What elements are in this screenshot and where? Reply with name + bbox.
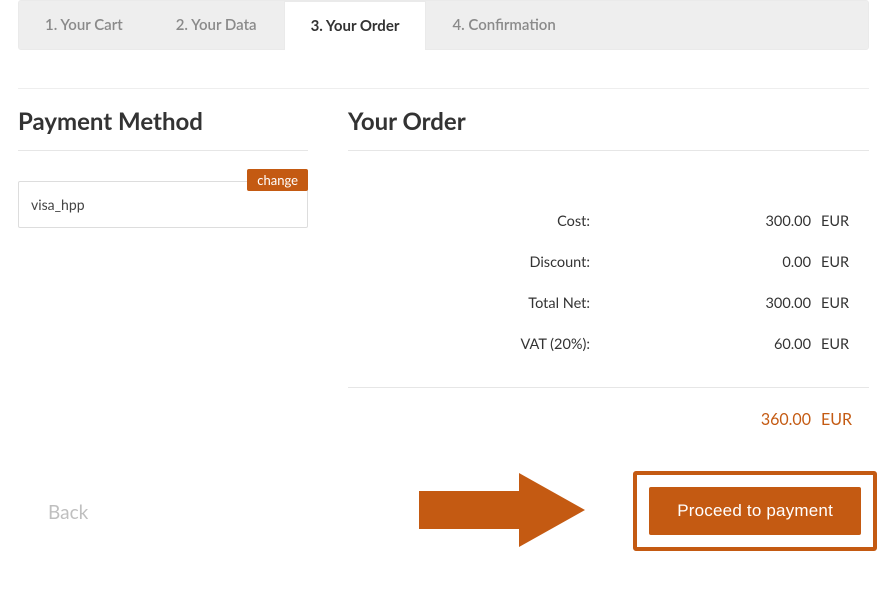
arrow-right-icon <box>409 467 589 553</box>
checkout-tabs: 1. Your Cart 2. Your Data 3. Your Order … <box>18 0 869 50</box>
order-line-total-net: Total Net: 300.00 EUR <box>348 283 869 324</box>
payment-method-heading: Payment Method <box>18 107 308 136</box>
order-line-value: 0.00 <box>598 254 821 271</box>
proceed-label: Proceed to payment <box>677 501 833 520</box>
order-line-value: 300.00 <box>598 213 821 230</box>
change-label: change <box>257 172 298 188</box>
payment-method-value: visa_hpp <box>31 196 85 213</box>
tab-your-data[interactable]: 2. Your Data <box>150 1 284 49</box>
order-line-label: VAT (20%): <box>348 336 598 353</box>
tab-your-order[interactable]: 3. Your Order <box>284 1 427 50</box>
order-line-value: 300.00 <box>598 295 821 312</box>
divider <box>348 150 869 151</box>
order-total-currency: EUR <box>821 410 869 429</box>
order-line-discount: Discount: 0.00 EUR <box>348 242 869 283</box>
tab-your-cart[interactable]: 1. Your Cart <box>19 1 150 49</box>
tab-confirmation[interactable]: 4. Confirmation <box>426 1 581 49</box>
back-button[interactable]: Back <box>48 501 88 524</box>
order-line-currency: EUR <box>821 254 869 271</box>
order-line-cost: Cost: 300.00 EUR <box>348 201 869 242</box>
order-line-currency: EUR <box>821 336 869 353</box>
order-line-currency: EUR <box>821 295 869 312</box>
tab-label: 4. Confirmation <box>452 16 555 34</box>
your-order-heading: Your Order <box>348 107 869 136</box>
order-summary: Cost: 300.00 EUR Discount: 0.00 EUR Tota… <box>348 201 869 441</box>
proceed-highlight-box: Proceed to payment <box>633 471 877 551</box>
order-total-value: 360.00 <box>598 410 821 429</box>
back-label: Back <box>48 501 88 524</box>
tab-label: 1. Your Cart <box>45 16 123 34</box>
order-line-value: 60.00 <box>598 336 821 353</box>
order-line-currency: EUR <box>821 213 869 230</box>
change-payment-button[interactable]: change <box>247 169 308 191</box>
order-line-label: Total Net: <box>348 295 598 312</box>
order-total-row: 360.00 EUR <box>348 387 869 441</box>
divider <box>18 88 869 89</box>
order-line-label: Cost: <box>348 213 598 230</box>
order-line-label: Discount: <box>348 254 598 271</box>
proceed-to-payment-button[interactable]: Proceed to payment <box>649 487 861 535</box>
tab-label: 3. Your Order <box>311 17 400 35</box>
divider <box>18 150 308 151</box>
order-line-vat: VAT (20%): 60.00 EUR <box>348 324 869 365</box>
tab-label: 2. Your Data <box>176 16 257 34</box>
